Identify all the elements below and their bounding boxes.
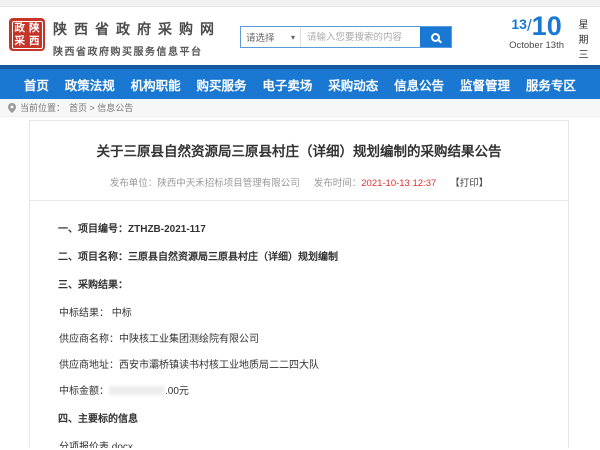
nav-item-procurement-news[interactable]: 采购动态 bbox=[328, 75, 378, 94]
main-nav: 首页 政策法规 机构职能 购买服务 电子卖场 采购动态 信息公告 监督管理 服务… bbox=[0, 69, 600, 99]
seal-icon: 政 陕 采 西 bbox=[12, 21, 43, 49]
publish-time: 2021-10-13 12:37 bbox=[361, 178, 436, 189]
supplier-address-line: 供应商地址：西安市灞桥镇读书村核工业地质局二二四大队 bbox=[59, 356, 540, 371]
search-select-label: 请选择 bbox=[246, 30, 275, 44]
weekday-label: 星期三 bbox=[574, 19, 589, 64]
logo-char: 采 bbox=[15, 36, 26, 47]
date-numbers: 13/10 bbox=[509, 11, 564, 42]
page-top-strip bbox=[0, 0, 600, 7]
search-icon bbox=[431, 33, 440, 42]
breadcrumb: 当前位置： 首页 > 信息公告 bbox=[0, 99, 600, 117]
attachment-link[interactable]: 分项报价表.docx bbox=[59, 442, 133, 448]
bid-amount-label: 中标金额： bbox=[59, 386, 109, 397]
site-subtitle: 陕西省政府购买服务信息平台 bbox=[53, 43, 221, 58]
bid-amount-suffix: .00元 bbox=[165, 386, 189, 397]
search-button[interactable] bbox=[420, 27, 451, 47]
search-bar: 请选择 ▾ bbox=[240, 26, 452, 48]
supplier-name-value: 中陕核工业集团测绘院有限公司 bbox=[119, 334, 259, 345]
supplier-address-value: 西安市灞桥镇读书村核工业地质局二二四大队 bbox=[119, 360, 319, 371]
nav-item-e-marketplace[interactable]: 电子卖场 bbox=[262, 75, 312, 94]
supplier-address-label: 供应商地址： bbox=[59, 360, 119, 371]
subject-info-heading: 四、主要标的信息 bbox=[58, 410, 540, 425]
chevron-down-icon: ▾ bbox=[291, 33, 295, 42]
breadcrumb-label: 当前位置： bbox=[20, 101, 65, 114]
bid-amount-line: 中标金额： .00元 bbox=[59, 382, 540, 397]
search-input[interactable] bbox=[301, 27, 420, 47]
site-logo: 政 陕 采 西 bbox=[9, 18, 45, 51]
announcement-card: 关于三原县自然资源局三原县村庄（详细）规划编制的采购结果公告 发布单位：陕西中天… bbox=[29, 120, 569, 448]
site-title: 陕西省政府采购网 bbox=[53, 19, 221, 39]
bid-result-value: 中标 bbox=[112, 308, 132, 319]
print-button[interactable]: 【打印】 bbox=[450, 178, 488, 189]
site-header: 政 陕 采 西 陕西省政府采购网 陕西省政府购买服务信息平台 请选择 ▾ 13/… bbox=[0, 7, 600, 65]
publish-time-label: 发布时间： bbox=[314, 178, 362, 189]
page-title: 关于三原县自然资源局三原县村庄（详细）规划编制的采购结果公告 bbox=[58, 142, 540, 162]
redacted-amount bbox=[109, 386, 165, 395]
article-meta: 发布单位：陕西中天禾招标项目管理有限公司 发布时间：2021-10-13 12:3… bbox=[30, 175, 568, 189]
article-body: 一、项目编号：ZTHZB-2021-117 二、项目名称：三原县自然资源局三原县… bbox=[30, 201, 568, 448]
nav-item-functions[interactable]: 机构职能 bbox=[131, 75, 181, 94]
attachment-line: 分项报价表.docx bbox=[59, 438, 540, 448]
date-english: October 13th bbox=[509, 40, 564, 51]
site-titles: 陕西省政府采购网 陕西省政府购买服务信息平台 bbox=[53, 19, 221, 58]
nav-item-announcements[interactable]: 信息公告 bbox=[394, 75, 444, 94]
project-number-value: ZTHZB-2021-117 bbox=[128, 224, 206, 235]
nav-item-supervision[interactable]: 监督管理 bbox=[460, 75, 510, 94]
project-number-label: 一、项目编号： bbox=[58, 224, 128, 235]
breadcrumb-path[interactable]: 首页 > 信息公告 bbox=[69, 101, 133, 114]
bid-result-label: 中标结果： bbox=[59, 308, 109, 319]
project-name-label: 二、项目名称： bbox=[58, 252, 128, 263]
date-day: 13 bbox=[511, 16, 527, 32]
publisher-name: 陕西中天禾招标项目管理有限公司 bbox=[157, 178, 300, 189]
date-widget: 13/10 October 13th bbox=[509, 11, 564, 51]
project-name-line: 二、项目名称：三原县自然资源局三原县村庄（详细）规划编制 bbox=[58, 248, 540, 263]
publisher-label: 发布单位： bbox=[110, 178, 158, 189]
project-number-line: 一、项目编号：ZTHZB-2021-117 bbox=[58, 220, 540, 235]
logo-char: 政 bbox=[15, 23, 26, 34]
project-name-value: 三原县自然资源局三原县村庄（详细）规划编制 bbox=[128, 252, 338, 263]
bid-result-line: 中标结果： 中标 bbox=[59, 304, 540, 319]
logo-char: 陕 bbox=[29, 23, 40, 34]
nav-item-policies[interactable]: 政策法规 bbox=[65, 75, 115, 94]
supplier-name-label: 供应商名称： bbox=[59, 334, 119, 345]
date-month: 10 bbox=[532, 11, 562, 41]
result-section-heading: 三、采购结果： bbox=[58, 276, 540, 291]
logo-char: 西 bbox=[29, 36, 40, 47]
nav-item-home[interactable]: 首页 bbox=[24, 75, 49, 94]
search-category-select[interactable]: 请选择 ▾ bbox=[241, 27, 301, 47]
nav-item-services[interactable]: 服务专区 bbox=[526, 75, 576, 94]
location-pin-icon bbox=[8, 103, 16, 113]
supplier-name-line: 供应商名称：中陕核工业集团测绘院有限公司 bbox=[59, 330, 540, 345]
nav-item-purchase-services[interactable]: 购买服务 bbox=[197, 75, 247, 94]
